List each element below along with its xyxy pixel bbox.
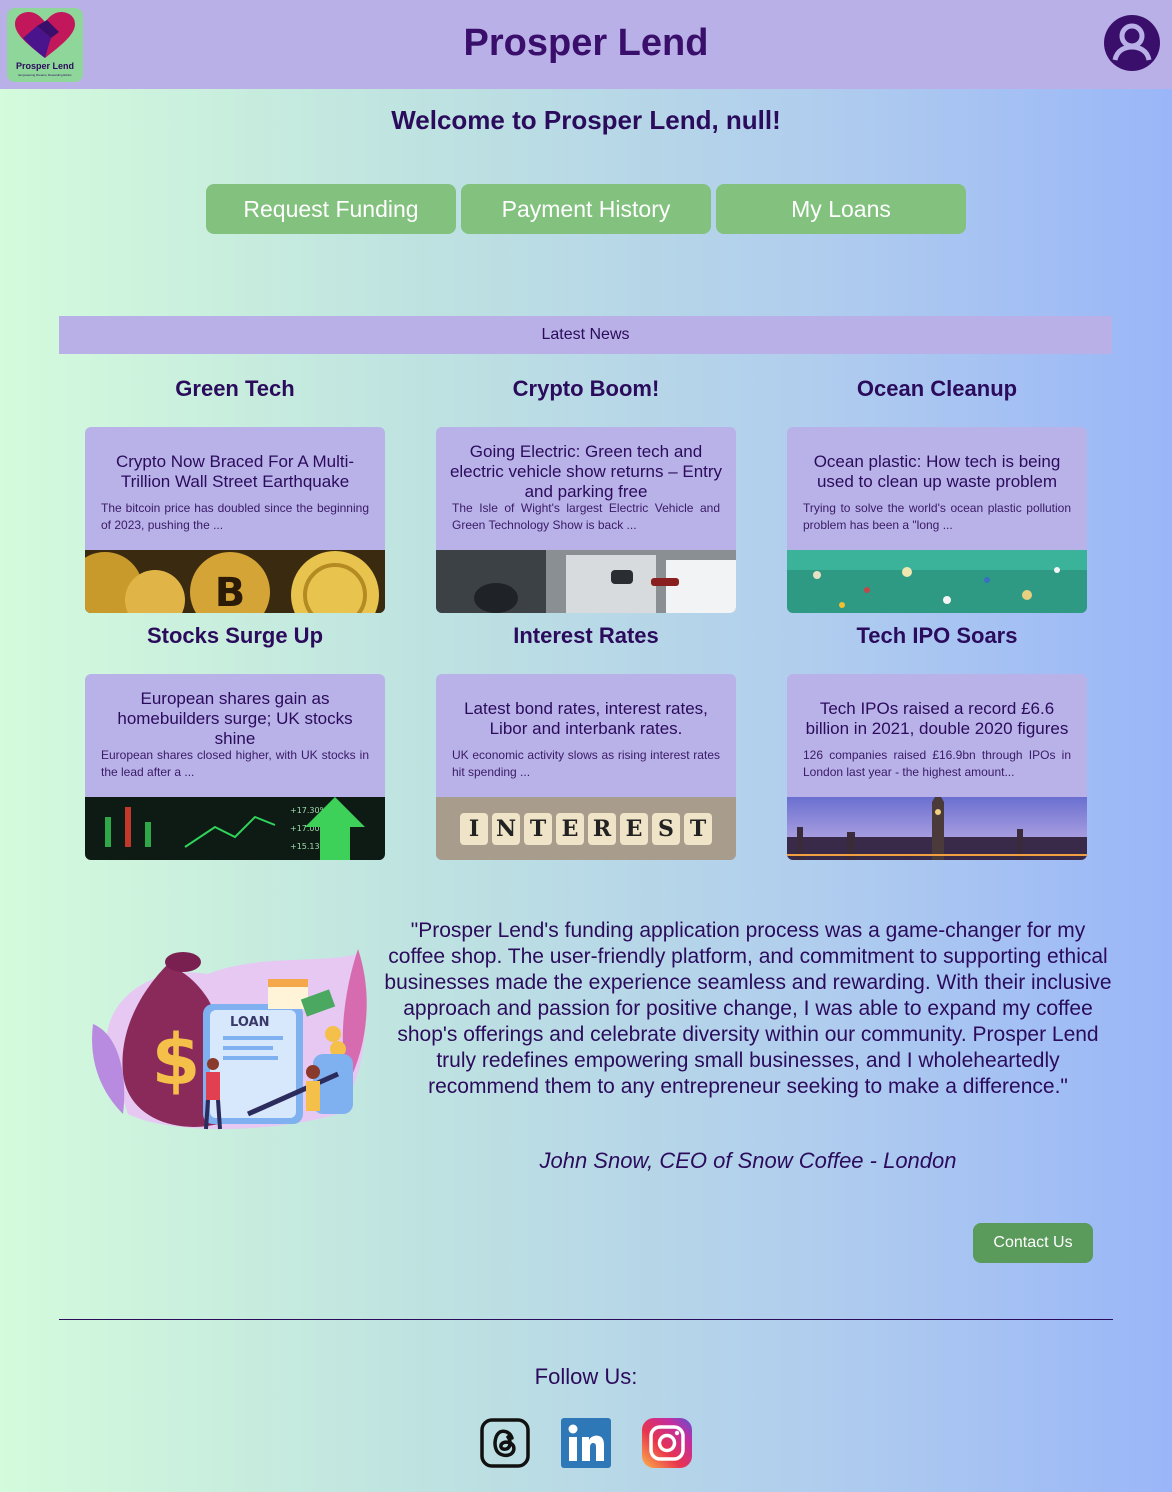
- instagram-icon[interactable]: [642, 1418, 692, 1468]
- news-title-crypto-boom: Crypto Boom!: [512, 376, 660, 401]
- footer-divider: [59, 1319, 1113, 1320]
- follow-us-label: Follow Us:: [534, 1364, 638, 1389]
- news-card[interactable]: Tech IPOs raised a record £6.6 billion i…: [787, 674, 1087, 860]
- letter-block: T: [684, 812, 712, 845]
- news-card[interactable]: Ocean plastic: How tech is being used to…: [787, 427, 1087, 613]
- letter-block: S: [652, 812, 680, 845]
- news-card-headline: Crypto Now Braced For A Multi-Trillion W…: [115, 452, 355, 491]
- news-card-headline: Going Electric: Green tech and electric …: [449, 442, 723, 501]
- linkedin-icon[interactable]: [561, 1418, 611, 1468]
- interest-blocks-image: INTEREST: [436, 797, 736, 860]
- contact-us-button[interactable]: Contact Us: [973, 1223, 1093, 1263]
- news-card-headline: European shares gain as homebuilders sur…: [117, 689, 353, 748]
- news-card-headline: Tech IPOs raised a record £6.6 billion i…: [805, 699, 1069, 738]
- page-title: Prosper Lend: [463, 22, 709, 64]
- my-loans-button[interactable]: My Loans: [716, 184, 966, 234]
- letter-block: R: [588, 812, 616, 845]
- threads-icon[interactable]: [480, 1418, 530, 1468]
- svg-text:B: B: [215, 570, 246, 613]
- bitcoin-coins-image: B: [85, 550, 385, 613]
- interest-word: INTEREST: [460, 812, 712, 845]
- user-avatar-icon[interactable]: [1103, 14, 1161, 72]
- news-card-summary: European shares closed higher, with UK s…: [101, 748, 369, 779]
- news-card[interactable]: Crypto Now Braced For A Multi-Trillion W…: [85, 427, 385, 613]
- svg-text:$: $: [152, 1019, 201, 1101]
- stock-chart-image: +17.30% +17.00% +15.13%: [85, 797, 385, 860]
- news-title-interest-rates: Interest Rates: [513, 623, 659, 648]
- news-card-summary: The Isle of Wight's largest Electric Veh…: [452, 501, 720, 532]
- letter-block: E: [620, 812, 648, 845]
- london-skyline-image: [787, 797, 1087, 860]
- payment-history-button[interactable]: Payment History: [461, 184, 711, 234]
- news-card-headline: Ocean plastic: How tech is being used to…: [813, 452, 1061, 491]
- letter-block: I: [460, 812, 488, 845]
- news-card[interactable]: European shares gain as homebuilders sur…: [85, 674, 385, 860]
- news-card-summary: The bitcoin price has doubled since the …: [101, 501, 369, 532]
- news-title-ocean-cleanup: Ocean Cleanup: [856, 376, 1018, 401]
- loan-illustration: $ LOAN: [92, 949, 367, 1130]
- letter-block: N: [492, 812, 520, 845]
- news-title-stocks-surge-up: Stocks Surge Up: [146, 623, 324, 648]
- news-title-green-tech: Green Tech: [175, 376, 295, 401]
- logo-tagline: Empowering Dreams, Rewarding Ethics: [18, 73, 72, 77]
- testimonial-author: John Snow, CEO of Snow Coffee - London: [539, 1148, 957, 1173]
- request-funding-button[interactable]: Request Funding: [206, 184, 456, 234]
- news-title-tech-ipo-soars: Tech IPO Soars: [856, 623, 1018, 648]
- news-card-summary: Trying to solve the world's ocean plasti…: [803, 501, 1071, 532]
- news-card[interactable]: Going Electric: Green tech and electric …: [436, 427, 736, 613]
- letter-block: E: [556, 812, 584, 845]
- latest-news-heading: Latest News: [59, 316, 1112, 354]
- news-card-summary: UK economic activity slows as rising int…: [452, 748, 720, 779]
- news-card-headline: Latest bond rates, interest rates, Libor…: [464, 699, 708, 738]
- ocean-plastic-image: [787, 550, 1087, 613]
- loan-label: LOAN: [230, 1015, 269, 1030]
- news-card-summary: 126 companies raised £16.9bn through IPO…: [803, 748, 1071, 779]
- testimonial-quote: "Prosper Lend's funding application proc…: [384, 919, 1112, 1098]
- header-bar: Prosper Lend Empowering Dreams, Rewardin…: [0, 0, 1172, 89]
- letter-block: T: [524, 812, 552, 845]
- electric-car-charging-image: [436, 550, 736, 613]
- welcome-heading: Welcome to Prosper Lend, null!: [391, 105, 781, 135]
- news-card[interactable]: Latest bond rates, interest rates, Libor…: [436, 674, 736, 860]
